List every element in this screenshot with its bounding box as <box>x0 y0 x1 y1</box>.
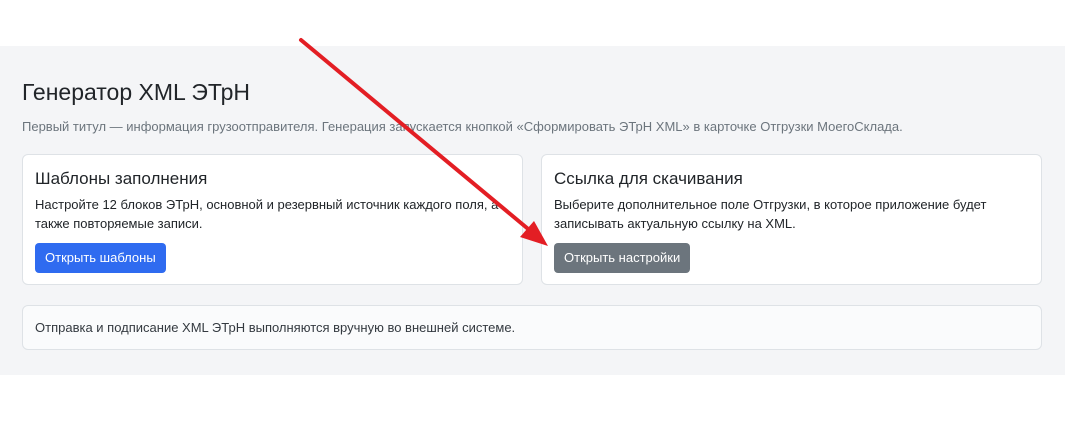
download-link-card-title: Ссылка для скачивания <box>554 169 743 188</box>
info-note: Отправка и подписание XML ЭТрН выполняют… <box>22 305 1042 350</box>
templates-card-title: Шаблоны заполнения <box>35 169 208 188</box>
download-link-card-text: Выберите дополнительное поле Отгрузки, в… <box>554 197 987 231</box>
download-link-card: Ссылка для скачивания Выберите дополните… <box>541 154 1042 285</box>
templates-card-text: Настройте 12 блоков ЭТрН, основной и рез… <box>35 197 499 231</box>
page-title: Генератор XML ЭТрН <box>22 79 251 105</box>
info-note-text: Отправка и подписание XML ЭТрН выполняют… <box>35 320 516 335</box>
page-subtitle: Первый титул — информация грузоотправите… <box>22 119 903 134</box>
templates-card: Шаблоны заполнения Настройте 12 блоков Э… <box>22 154 523 285</box>
open-templates-button[interactable]: Открыть шаблоны <box>35 243 166 273</box>
open-settings-button[interactable]: Открыть настройки <box>554 243 691 273</box>
